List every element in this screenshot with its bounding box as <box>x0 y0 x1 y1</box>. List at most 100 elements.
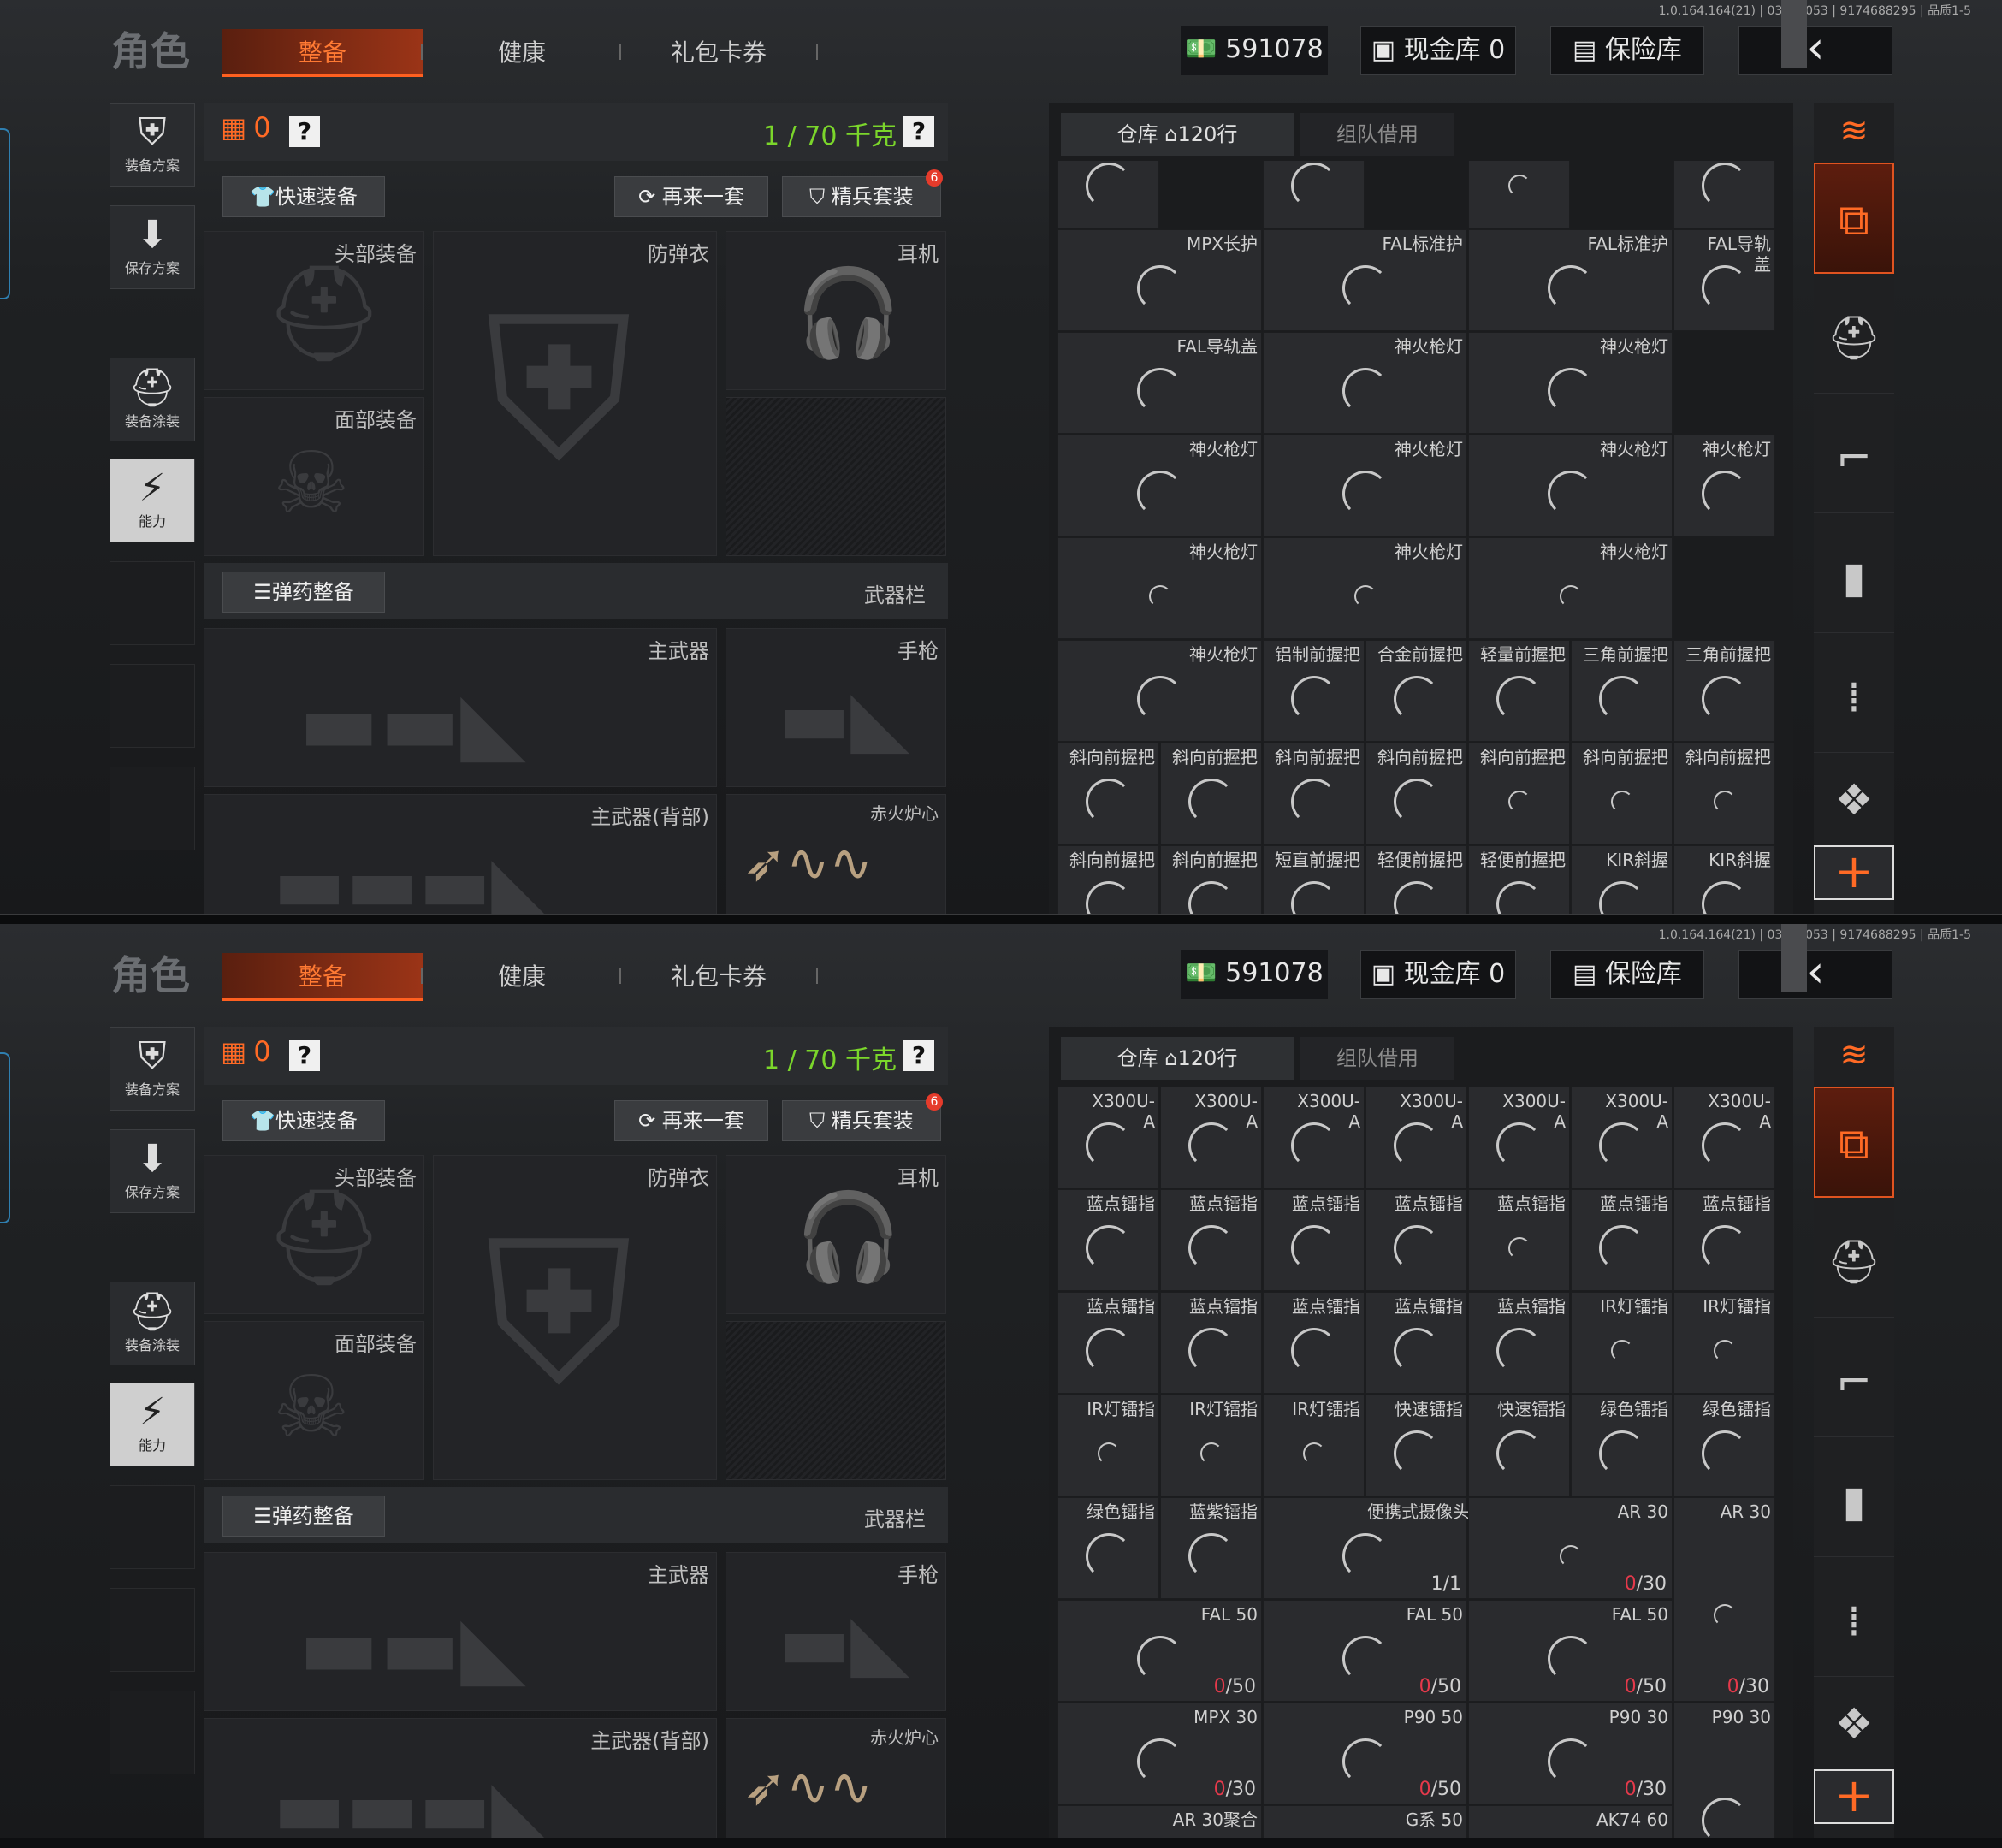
storage-item[interactable]: X300U- A <box>1571 1087 1673 1188</box>
storage-item[interactable]: 蓝点镭指 <box>1673 1189 1775 1291</box>
tab-gift[interactable]: 礼包卡券 <box>633 953 804 1001</box>
sidebar-item-loadout-plan[interactable]: ⛨ 装备方案 <box>110 1027 195 1111</box>
slot-armor[interactable]: 防弹衣 ⛨ <box>433 1155 717 1480</box>
storage-item[interactable]: 神火枪灯 <box>1263 332 1467 434</box>
storage-item[interactable]: 蓝紫镭指 <box>1160 1497 1262 1599</box>
storage-item[interactable]: 斜向前握把 <box>1468 743 1570 844</box>
storage-item[interactable]: 蓝点镭指 <box>1468 1292 1570 1394</box>
storage-item[interactable]: 斜向前握把 <box>1057 743 1159 844</box>
storage-item[interactable]: KIR斜握 <box>1673 845 1775 914</box>
storage-item[interactable]: P90 30 <box>1673 1703 1775 1838</box>
tab-health[interactable]: 健康 <box>445 29 599 77</box>
ammo-button[interactable]: ☰弹药整备 <box>222 572 385 613</box>
category-all-icon[interactable]: ⧉ <box>1814 163 1894 274</box>
safe-button[interactable]: ▤ 保险库 <box>1550 26 1704 75</box>
sidebar-item-ability[interactable]: ⚡ 能力 <box>110 1383 195 1466</box>
storage-item[interactable]: 轻便前握把 <box>1365 845 1467 914</box>
storage-item[interactable]: X300U- A <box>1673 1087 1775 1188</box>
storage-item[interactable]: X300U- A <box>1263 1087 1365 1188</box>
add-button[interactable]: + <box>1814 1769 1894 1824</box>
storage-item[interactable]: 神火枪灯 <box>1468 537 1673 639</box>
quick-equip-button[interactable]: 👕快速装备 <box>222 1100 385 1141</box>
tab-loadout[interactable]: 整备 <box>222 29 423 77</box>
slot-head[interactable]: 头部装备 ⛑ <box>204 1155 424 1314</box>
storage-item[interactable]: AK74 60 <box>1468 1805 1673 1838</box>
slot-pistol[interactable]: 手枪 ▬◣ <box>726 1552 946 1711</box>
sort-icon[interactable]: ≋ <box>1814 103 1894 159</box>
storage-item[interactable]: 神火枪灯 <box>1263 537 1467 639</box>
sidebar-item-skin[interactable]: ⛑ 装备涂装 <box>110 1282 195 1365</box>
category-helmet-icon[interactable]: ⛑ <box>1814 1206 1894 1318</box>
tab-health[interactable]: 健康 <box>445 953 599 1001</box>
storage-item[interactable]: 神火枪灯 <box>1057 537 1262 639</box>
cash-button[interactable]: ▣ 现金库 0 <box>1360 26 1516 75</box>
storage-item[interactable]: 绿色镭指 <box>1673 1395 1775 1496</box>
storage-item[interactable]: 轻便前握把 <box>1468 845 1570 914</box>
help-icon[interactable]: ? <box>903 1040 934 1071</box>
storage-item[interactable]: 三角前握把 <box>1571 640 1673 742</box>
elite-set-button[interactable]: ⛉ 精兵套装 <box>782 176 941 217</box>
slot-headset[interactable]: 耳机 🎧 <box>726 1155 946 1314</box>
again-button[interactable]: ⟳ 再来一套 <box>614 176 768 217</box>
again-button[interactable]: ⟳ 再来一套 <box>614 1100 768 1141</box>
storage-item[interactable]: 斜向前握把 <box>1263 743 1365 844</box>
slot-melee[interactable]: 赤火炉心 ➶∿∿ <box>726 794 946 914</box>
storage-item[interactable]: 快速镭指 <box>1468 1395 1570 1496</box>
storage-item[interactable]: AR 30聚合 <box>1057 1805 1262 1838</box>
safe-button[interactable]: ▤ 保险库 <box>1550 950 1704 999</box>
slot-headset[interactable]: 耳机 🎧 <box>726 231 946 390</box>
storage-item[interactable]: 蓝点镭指 <box>1160 1189 1262 1291</box>
storage-item[interactable]: IR灯镭指 <box>1160 1395 1262 1496</box>
storage-item[interactable]: MPX护护 <box>1468 161 1570 228</box>
storage-item[interactable]: 斜向前握把 <box>1365 743 1467 844</box>
storage-item[interactable]: 便携式摄像头 1/1 <box>1263 1497 1470 1599</box>
storage-item[interactable]: 蓝点镭指 <box>1365 1292 1467 1394</box>
sidebar-item-skin[interactable]: ⛑ 装备涂装 <box>110 358 195 441</box>
scrollbar[interactable] <box>1781 0 1807 68</box>
storage-item[interactable]: 绿色镭指 <box>1057 1497 1159 1599</box>
storage-item[interactable]: 蓝点镭指 <box>1365 1189 1467 1291</box>
sidebar-item-save-plan[interactable]: ⬇ 保存方案 <box>110 1129 195 1213</box>
storage-item[interactable]: 斜向前握把 <box>1160 845 1262 914</box>
storage-item[interactable]: P90滑道转接 <box>1263 161 1365 228</box>
category-ammo-icon[interactable]: ⁞ <box>1814 1566 1894 1677</box>
storage-item[interactable]: 神火枪灯 <box>1468 435 1673 536</box>
storage-item[interactable]: FAL 50 0/50 <box>1468 1600 1673 1702</box>
category-magazine-icon[interactable]: ▮ <box>1814 522 1894 633</box>
storage-item[interactable]: 快速镭指 <box>1365 1395 1467 1496</box>
storage-item[interactable]: 斜向前握把 <box>1057 845 1159 914</box>
help-icon[interactable]: ? <box>289 1040 320 1071</box>
sidebar-item-ability[interactable]: ⚡ 能力 <box>110 459 195 542</box>
category-rifle-icon[interactable]: ⌐ <box>1814 402 1894 513</box>
storage-item[interactable]: 合金前握把 <box>1365 640 1467 742</box>
slot-pistol[interactable]: 手枪 ▬◣ <box>726 628 946 787</box>
storage-item[interactable]: 短直前握把 <box>1263 845 1365 914</box>
back-button[interactable]: ‹ <box>1738 950 1892 999</box>
cash-button[interactable]: ▣ 现金库 0 <box>1360 950 1516 999</box>
storage-item[interactable]: P90 30 0/30 <box>1468 1703 1673 1804</box>
storage-item[interactable]: 蓝点镭指 <box>1057 1292 1159 1394</box>
storage-item[interactable]: 蓝点镭指 <box>1468 1189 1570 1291</box>
storage-item[interactable]: 蓝点镭指 <box>1263 1292 1365 1394</box>
sidebar-item-loadout-plan[interactable]: ⛨ 装备方案 <box>110 103 195 187</box>
quick-equip-button[interactable]: 👕快速装备 <box>222 176 385 217</box>
slot-primary[interactable]: 主武器 ▬▬◣ <box>204 1552 717 1711</box>
storage-item[interactable]: 神火枪灯 <box>1468 332 1673 434</box>
sidebar-item-save-plan[interactable]: ⬇ 保存方案 <box>110 205 195 289</box>
storage-item[interactable]: 绿色镭指 <box>1571 1395 1673 1496</box>
storage-item[interactable]: 铝制前握把 <box>1263 640 1365 742</box>
storage-item[interactable]: FAL导轨 盖 <box>1673 229 1775 331</box>
storage-item[interactable]: X300U- A <box>1365 1087 1467 1188</box>
slot-armor[interactable]: 防弹衣 ⛨ <box>433 231 717 556</box>
category-ammo-icon[interactable]: ⁞ <box>1814 642 1894 753</box>
tab-gift[interactable]: 礼包卡券 <box>633 29 804 77</box>
sort-icon[interactable]: ≋ <box>1814 1027 1894 1083</box>
tab-loadout[interactable]: 整备 <box>222 953 423 1001</box>
tab-team-borrow[interactable]: 组队借用 <box>1300 1037 1454 1080</box>
storage-item[interactable]: FAL 50 0/50 <box>1263 1600 1467 1702</box>
storage-item[interactable]: X300U- A <box>1160 1087 1262 1188</box>
storage-item[interactable]: AR 30 0/30 <box>1468 1497 1673 1599</box>
storage-item[interactable]: FAL 50 0/50 <box>1057 1600 1262 1702</box>
tab-warehouse[interactable]: 仓库 ⌂120行 <box>1061 113 1294 156</box>
storage-item[interactable]: P90 50 0/50 <box>1263 1703 1467 1804</box>
